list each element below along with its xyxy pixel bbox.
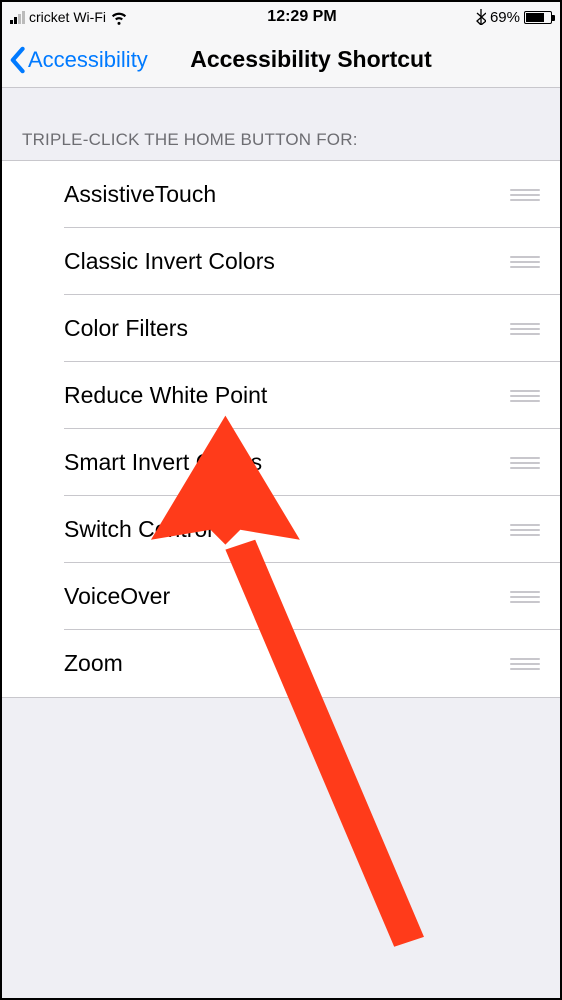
list-item-label: Classic Invert Colors (64, 248, 510, 275)
drag-handle-icon[interactable] (510, 524, 540, 536)
drag-handle-icon[interactable] (510, 323, 540, 335)
drag-handle-icon[interactable] (510, 591, 540, 603)
battery-icon (524, 11, 552, 24)
list-item-label: Color Filters (64, 315, 510, 342)
list-item-label: VoiceOver (64, 583, 510, 610)
list-item-label: Switch Control (64, 516, 510, 543)
list-item[interactable]: Reduce White Point (2, 362, 560, 429)
chevron-left-icon (8, 46, 26, 74)
list-item[interactable]: Smart Invert Colors (2, 429, 560, 496)
drag-handle-icon[interactable] (510, 658, 540, 670)
list-item-label: Zoom (64, 650, 510, 677)
list-item[interactable]: AssistiveTouch (2, 161, 560, 228)
list-item-label: AssistiveTouch (64, 181, 510, 208)
nav-bar: Accessibility Accessibility Shortcut (2, 32, 560, 88)
list-item[interactable]: Classic Invert Colors (2, 228, 560, 295)
back-label: Accessibility (28, 47, 148, 73)
list-item-label: Smart Invert Colors (64, 449, 510, 476)
list-item[interactable]: VoiceOver (2, 563, 560, 630)
bluetooth-icon (476, 9, 486, 25)
drag-handle-icon[interactable] (510, 390, 540, 402)
carrier-label: cricket Wi-Fi (29, 9, 106, 25)
status-bar: cricket Wi-Fi 12:29 PM 69% (2, 2, 560, 32)
section-header: TRIPLE-CLICK THE HOME BUTTON FOR: (2, 88, 560, 160)
list-item[interactable]: Zoom (2, 630, 560, 697)
cell-signal-icon (10, 11, 25, 24)
back-button[interactable]: Accessibility (2, 46, 148, 74)
shortcut-list: AssistiveTouch Classic Invert Colors Col… (2, 160, 560, 698)
wifi-icon (110, 8, 128, 26)
list-item[interactable]: Color Filters (2, 295, 560, 362)
list-item[interactable]: Switch Control (2, 496, 560, 563)
list-item-label: Reduce White Point (64, 382, 510, 409)
status-time: 12:29 PM (267, 8, 336, 26)
drag-handle-icon[interactable] (510, 189, 540, 201)
drag-handle-icon[interactable] (510, 457, 540, 469)
battery-percent: 69% (490, 9, 520, 26)
drag-handle-icon[interactable] (510, 256, 540, 268)
